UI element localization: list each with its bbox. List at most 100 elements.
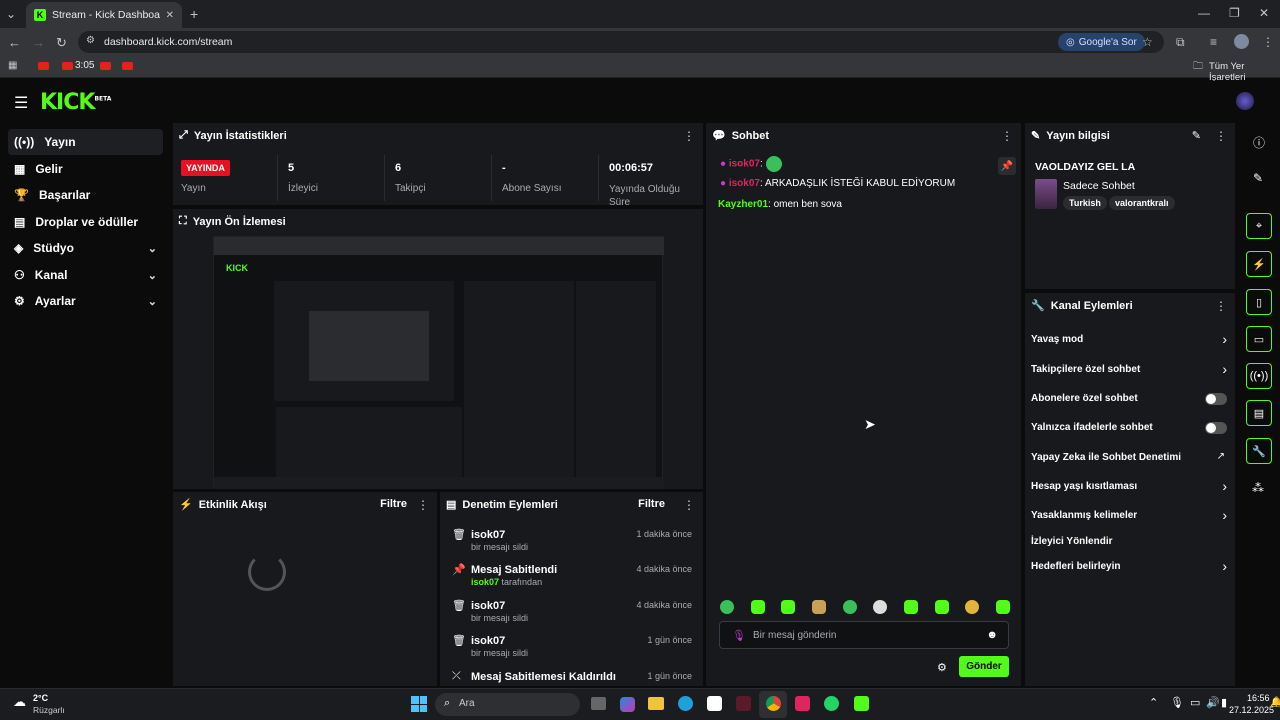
sidebar-item-kanal[interactable]: ⚇ Kanal ⌄ bbox=[8, 262, 163, 288]
user-avatar[interactable] bbox=[1236, 92, 1254, 110]
channel-action-item[interactable]: Hedefleri belirleyin › bbox=[1031, 556, 1231, 578]
google-lens-button[interactable]: ◎ Google'a Sor bbox=[1058, 33, 1145, 51]
microphone-tray-icon[interactable]: 🎙 bbox=[1170, 696, 1184, 709]
site-info-icon[interactable]: ⚙ bbox=[86, 35, 95, 46]
reload-icon[interactable]: ↻ bbox=[56, 35, 67, 51]
youtube-bookmark-icon[interactable] bbox=[100, 62, 111, 70]
tag-badge[interactable]: Turkish bbox=[1063, 196, 1107, 210]
category-name[interactable]: Sadece Sohbet bbox=[1063, 180, 1135, 192]
activity-menu-icon[interactable]: ⋮ bbox=[417, 498, 429, 512]
sidebar-item-studyo[interactable]: ◈ Stüdyo ⌄ bbox=[8, 235, 163, 261]
pencil-icon[interactable]: ✎ bbox=[1253, 171, 1263, 185]
network-icon[interactable]: ▭ bbox=[1190, 696, 1200, 709]
channel-action-item[interactable]: Yavaş mod › bbox=[1031, 329, 1231, 351]
chat-message[interactable]: ● isok07: bbox=[720, 156, 782, 172]
channel-action-item[interactable]: İzleyici Yönlendir bbox=[1031, 531, 1231, 553]
youtube-bookmark-icon[interactable] bbox=[62, 62, 73, 70]
window-close-icon[interactable]: ✕ bbox=[1259, 6, 1269, 20]
emote-icon[interactable] bbox=[995, 600, 1010, 614]
broadcast-tool-icon[interactable]: ((•)) bbox=[1246, 363, 1272, 389]
chat-tool-icon[interactable]: ▭ bbox=[1246, 326, 1272, 352]
taskbar-search[interactable]: ⌕ Ara bbox=[435, 693, 580, 716]
youtube-bookmark-icon[interactable] bbox=[122, 62, 133, 70]
channel-action-item[interactable]: Takipçilere özel sohbet › bbox=[1031, 359, 1231, 381]
emote-icon[interactable] bbox=[720, 600, 734, 614]
stream-preview-video[interactable]: KICK bbox=[213, 236, 664, 489]
weather-icon[interactable]: ☁ bbox=[13, 694, 26, 710]
subscribers-only-toggle[interactable] bbox=[1205, 393, 1227, 405]
emote-icon[interactable] bbox=[965, 600, 980, 614]
chat-menu-icon[interactable]: ⋮ bbox=[1001, 129, 1013, 143]
kick-logo[interactable]: KICKBETA bbox=[40, 90, 111, 115]
tray-chevron-up-icon[interactable]: ⌃ bbox=[1149, 696, 1158, 709]
windows-start-icon[interactable] bbox=[411, 696, 427, 712]
send-button[interactable]: Gönder bbox=[959, 656, 1009, 677]
emote-icon[interactable] bbox=[934, 600, 949, 614]
channel-action-item[interactable]: Yalnızca ifadelerle sohbet bbox=[1031, 417, 1231, 439]
minimize-icon[interactable]: — bbox=[1198, 6, 1210, 20]
volume-icon[interactable]: 🔊 bbox=[1206, 696, 1220, 709]
new-tab-icon[interactable]: + bbox=[190, 6, 198, 22]
hamburger-menu-icon[interactable]: ☰ bbox=[14, 93, 28, 113]
stats-menu-icon[interactable]: ⋮ bbox=[683, 129, 695, 143]
chat-input[interactable]: 🎙 Bir mesaj gönderin ☻ bbox=[719, 621, 1009, 649]
emote-icon[interactable] bbox=[903, 600, 918, 614]
screen-capture-icon[interactable]: ⌖ bbox=[1246, 213, 1272, 239]
emote-icon[interactable] bbox=[781, 600, 796, 614]
all-bookmarks-link[interactable]: Tüm Yer İşaretleri bbox=[1209, 61, 1280, 83]
chat-message[interactable]: Kayzher01: omen ben sova bbox=[718, 199, 842, 210]
lightning-tool-icon[interactable]: ⚡ bbox=[1246, 251, 1272, 277]
channel-actions-menu-icon[interactable]: ⋮ bbox=[1215, 299, 1227, 313]
edit-icon[interactable]: ✎ bbox=[1192, 129, 1201, 142]
back-icon[interactable]: ← bbox=[8, 35, 21, 50]
emoji-icon[interactable]: ☻ bbox=[986, 629, 998, 641]
store-icon[interactable] bbox=[707, 696, 722, 711]
emote-icon[interactable] bbox=[811, 600, 826, 614]
sidebar-item-ayarlar[interactable]: ⚙ Ayarlar ⌄ bbox=[8, 288, 163, 314]
close-tab-icon[interactable]: ✕ bbox=[166, 10, 174, 21]
channel-action-item[interactable]: Abonelere özel sohbet bbox=[1031, 388, 1231, 410]
kick-app-icon[interactable] bbox=[854, 696, 869, 711]
app-icon[interactable] bbox=[736, 696, 751, 711]
bookmark-star-icon[interactable]: ☆ bbox=[1142, 35, 1153, 49]
notification-icon[interactable]: 🔔 bbox=[1270, 697, 1280, 708]
copilot-icon[interactable] bbox=[620, 697, 635, 712]
emote-icon[interactable] bbox=[750, 600, 765, 614]
sidebar-item-basarilar[interactable]: 🏆 Başarılar bbox=[8, 182, 163, 208]
emote-icon[interactable] bbox=[873, 600, 888, 614]
document-icon[interactable]: ▯ bbox=[1246, 289, 1272, 315]
channel-action-item[interactable]: Hesap yaşı kısıtlaması › bbox=[1031, 476, 1231, 498]
browser-menu-icon[interactable]: ⋮ bbox=[1262, 35, 1274, 49]
category-thumbnail[interactable] bbox=[1035, 179, 1057, 209]
media-control-icon[interactable]: ≡ bbox=[1210, 35, 1217, 49]
url-field[interactable]: ⚙ dashboard.kick.com/stream ◎ Google'a S… bbox=[78, 31, 1164, 53]
forward-icon[interactable]: → bbox=[32, 35, 45, 50]
whatsapp-icon[interactable] bbox=[824, 696, 839, 711]
browser-tab[interactable]: K Stream - Kick Dashboard ✕ bbox=[26, 2, 182, 28]
extensions-icon[interactable]: ⧉ bbox=[1176, 35, 1185, 50]
apps-grid-icon[interactable]: ▦ bbox=[8, 60, 17, 71]
chat-settings-icon[interactable]: ⚙ bbox=[937, 661, 947, 674]
maximize-icon[interactable]: ❐ bbox=[1229, 6, 1240, 20]
layout-icon[interactable]: ▤ bbox=[1246, 400, 1272, 426]
pin-chat-icon[interactable]: 📌 bbox=[998, 157, 1016, 175]
chat-message[interactable]: ● isok07: ARKADAŞLIK İSTEĞİ KABUL EDİYOR… bbox=[720, 178, 955, 189]
tag-badge[interactable]: valorantkralı bbox=[1109, 196, 1175, 210]
youtube-bookmark-icon[interactable] bbox=[38, 62, 49, 70]
valorant-icon[interactable] bbox=[795, 696, 810, 711]
share-icon[interactable]: ⁂ bbox=[1252, 481, 1264, 495]
info-icon[interactable]: ⓘ bbox=[1253, 134, 1265, 151]
sidebar-item-droplar[interactable]: ▤ Droplar ve ödüller bbox=[8, 209, 163, 235]
battery-icon[interactable]: ▮ bbox=[1221, 696, 1227, 709]
task-view-icon[interactable] bbox=[591, 697, 606, 710]
activity-filter-button[interactable]: Filtre bbox=[380, 498, 407, 510]
clock-date[interactable]: 27.12.2025 bbox=[1229, 705, 1274, 715]
moderation-filter-button[interactable]: Filtre bbox=[638, 498, 665, 510]
channel-action-item[interactable]: Yasaklanmış kelimeler › bbox=[1031, 505, 1231, 527]
moderation-menu-icon[interactable]: ⋮ bbox=[683, 498, 695, 512]
sidebar-item-yayin[interactable]: ((•)) Yayın bbox=[8, 129, 163, 155]
bookmark-time-label[interactable]: 3:05 bbox=[75, 60, 94, 71]
emotes-only-toggle[interactable] bbox=[1205, 422, 1227, 434]
tab-search-icon[interactable]: ⌄ bbox=[6, 7, 16, 21]
sidebar-item-gelir[interactable]: ▦ Gelir bbox=[8, 156, 163, 182]
